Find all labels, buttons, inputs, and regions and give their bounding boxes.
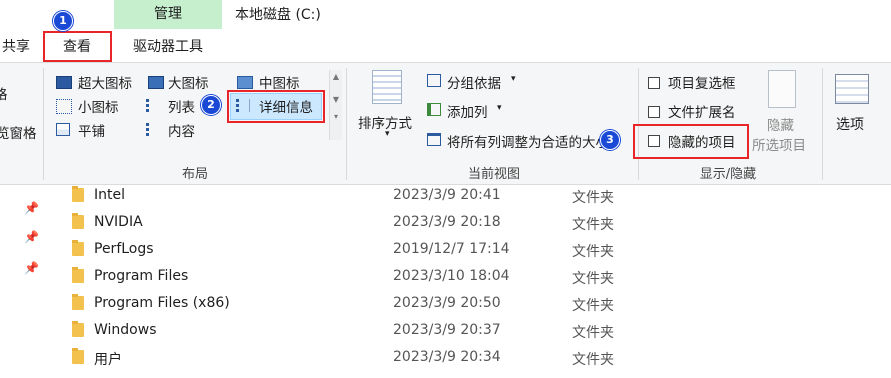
file-date: 2023/3/9 20:41: [393, 187, 501, 203]
file-name[interactable]: Program Files: [94, 268, 188, 284]
file-date: 2023/3/9 20:34: [393, 349, 501, 365]
file-row[interactable]: Program Files 2023/3/10 18:04 文件夹: [0, 263, 891, 290]
layout-tiles[interactable]: 平铺: [78, 120, 105, 140]
gallery-more-icon: ▾: [333, 112, 338, 121]
pane-item-clipped-2[interactable]: 览窗格: [0, 122, 37, 142]
scroll-up-icon: ▲: [332, 72, 340, 81]
content-icon: [146, 123, 163, 136]
file-extensions-label[interactable]: 文件扩展名: [668, 101, 736, 121]
file-type: 文件夹: [572, 271, 614, 287]
group-label-current-view: 当前视图: [467, 167, 520, 182]
group-by-icon: [427, 74, 441, 87]
annotation-badge-2: 2: [201, 95, 221, 115]
annotation-box-details: [227, 90, 325, 123]
folder-icon: [72, 267, 84, 283]
layout-extra-large-icons[interactable]: 超大图标: [78, 72, 132, 92]
annotation-badge-1: 1: [53, 11, 73, 31]
context-tab-manage[interactable]: 管理: [114, 0, 222, 29]
folder-icon: [72, 240, 84, 256]
scroll-down-icon: ▼: [332, 95, 340, 104]
options-icon: [835, 74, 869, 104]
folder-icon: [72, 213, 84, 229]
file-extensions-checkbox[interactable]: [648, 106, 660, 118]
folder-icon: [72, 294, 84, 310]
file-date: 2023/3/9 20:37: [393, 322, 501, 338]
file-date: 2023/3/9 20:18: [393, 214, 501, 230]
file-type: 文件夹: [572, 190, 614, 206]
layout-content[interactable]: 内容: [168, 120, 195, 140]
file-date: 2019/12/7 17:14: [393, 241, 510, 257]
group-separator: [43, 68, 44, 180]
layout-small-icons[interactable]: 小图标: [78, 96, 119, 116]
folder-icon: [72, 186, 84, 202]
window-title: 本地磁盘 (C:): [235, 7, 321, 23]
size-columns-icon: [427, 133, 441, 146]
hide-selected-icon: [768, 70, 796, 108]
add-column-icon: [427, 103, 441, 116]
size-all-columns-button[interactable]: 将所有列调整为合适的大小: [447, 131, 625, 151]
list-icon: [146, 99, 163, 112]
file-date: 2023/3/9 20:50: [393, 295, 501, 311]
file-row[interactable]: NVIDIA 2023/3/9 20:18 文件夹: [0, 209, 891, 236]
layout-gallery-scroll[interactable]: ▲ ▼ ▾: [329, 70, 342, 140]
tab-drive-tools[interactable]: 驱动器工具: [120, 34, 216, 61]
group-separator: [822, 68, 823, 180]
item-checkboxes-label[interactable]: 项目复选框: [668, 72, 736, 92]
item-checkboxes-checkbox[interactable]: [648, 77, 660, 89]
layout-large-icons[interactable]: 大图标: [168, 72, 209, 92]
hide-selected-label-1[interactable]: 隐藏: [767, 114, 794, 134]
file-row[interactable]: Intel 2023/3/9 20:41 文件夹: [0, 182, 891, 209]
file-type: 文件夹: [572, 325, 614, 341]
group-by-button[interactable]: 分组依据: [447, 72, 501, 92]
group-label-layout: 布局: [181, 167, 208, 182]
hide-selected-label-2[interactable]: 所选项目: [752, 134, 806, 154]
file-type: 文件夹: [572, 244, 614, 260]
file-name[interactable]: Program Files (x86): [94, 295, 230, 311]
extra-large-icons-icon: [56, 76, 72, 89]
file-name[interactable]: Intel: [94, 187, 125, 203]
layout-medium-icons[interactable]: 中图标: [259, 72, 300, 92]
sort-dropdown-icon: ▾: [385, 129, 390, 139]
folder-icon: [72, 321, 84, 337]
add-column-dropdown-icon: ▾: [497, 103, 502, 113]
tab-share[interactable]: 共享: [0, 34, 32, 61]
file-name[interactable]: PerfLogs: [94, 241, 154, 257]
large-icons-icon: [148, 76, 164, 89]
annotation-box-hidden-items: [633, 124, 749, 159]
small-icons-icon: [56, 99, 72, 114]
tiles-icon: [56, 123, 70, 136]
folder-icon: [72, 348, 84, 364]
file-type: 文件夹: [572, 352, 614, 368]
file-row[interactable]: Windows 2023/3/9 20:37 文件夹: [0, 317, 891, 344]
file-name[interactable]: Windows: [94, 322, 157, 338]
annotation-badge-3: 3: [600, 130, 620, 150]
medium-icons-icon: [237, 76, 253, 89]
file-type: 文件夹: [572, 217, 614, 233]
layout-list[interactable]: 列表: [168, 96, 195, 116]
add-columns-button[interactable]: 添加列: [447, 101, 488, 121]
annotation-box-view-tab: [43, 31, 112, 62]
group-by-dropdown-icon: ▾: [511, 74, 516, 84]
file-date: 2023/3/10 18:04: [393, 268, 510, 284]
file-type: 文件夹: [572, 298, 614, 314]
group-label-show-hide: 显示/隐藏: [699, 167, 757, 182]
file-row[interactable]: PerfLogs 2019/12/7 17:14 文件夹: [0, 236, 891, 263]
options-button[interactable]: 选项: [836, 114, 864, 134]
file-row[interactable]: Program Files (x86) 2023/3/9 20:50 文件夹: [0, 290, 891, 317]
group-separator: [346, 68, 347, 180]
file-name[interactable]: 用户: [94, 349, 122, 369]
pane-item-clipped-1[interactable]: 格: [0, 83, 8, 103]
sort-icon: [372, 70, 402, 104]
file-row[interactable]: 用户 2023/3/9 20:34 文件夹: [0, 344, 891, 371]
file-name[interactable]: NVIDIA: [94, 214, 143, 230]
